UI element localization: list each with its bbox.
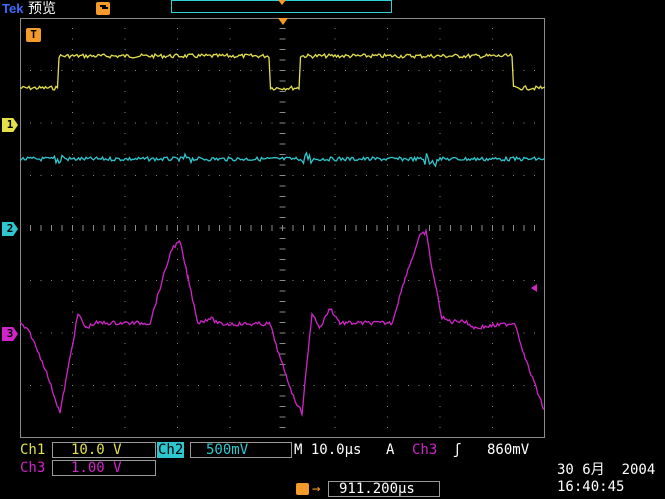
trigger-position-icon [96, 2, 110, 15]
ch2-ground-marker[interactable]: 2 [2, 222, 18, 236]
timebase-readout[interactable]: M 10.0µs [294, 442, 361, 458]
ch2-scale: 500mV [206, 442, 249, 458]
waveform-display [20, 18, 545, 438]
ch1-ground-marker[interactable]: 1 [2, 118, 18, 132]
graticule [20, 18, 545, 438]
ch3-scale: 1.00 V [71, 460, 122, 476]
ch3-label: Ch3 [20, 460, 46, 476]
trigger-mode: A [386, 442, 395, 458]
trigger-position: 911.200µs [339, 481, 415, 497]
trigger-slope-icon: ʃ [453, 442, 462, 458]
ch1-scale-box[interactable]: 10.0 V [52, 442, 156, 458]
trigger-position-marker-icon [296, 483, 309, 495]
trigger-level-icon [531, 284, 537, 292]
trigger-point-icon [278, 0, 286, 5]
status-bar: Tek 预览 [0, 0, 665, 18]
time-readout: 16:40:45 [557, 479, 625, 495]
acquisition-mode: 预览 [28, 1, 56, 17]
readout-panel: Ch1 10.0 V Ch2 500mV M 10.0µs A Ch3 ʃ 86… [0, 438, 665, 499]
brand-logo: Tek [2, 1, 24, 16]
trigger-level[interactable]: 860mV [487, 442, 529, 458]
ch2-label: Ch2 [157, 442, 185, 458]
trigger-position-box[interactable]: 911.200µs [328, 481, 440, 497]
trigger-source[interactable]: Ch3 [412, 442, 437, 458]
ch1-waveform [20, 52, 545, 92]
ch1-scale: 10.0 V [71, 442, 122, 458]
ch3-ground-marker[interactable]: 3 [2, 327, 18, 341]
ch3-scale-box[interactable]: 1.00 V [52, 460, 156, 476]
trigger-time-marker-icon [278, 18, 288, 25]
ch1-label: Ch1 [20, 442, 46, 458]
date-readout: 30 6月 2004 [557, 462, 656, 478]
trigger-marker-icon: T [26, 28, 41, 42]
ch2-scale-box[interactable]: 500mV [190, 442, 292, 458]
arrow-right-icon: → [312, 481, 321, 497]
